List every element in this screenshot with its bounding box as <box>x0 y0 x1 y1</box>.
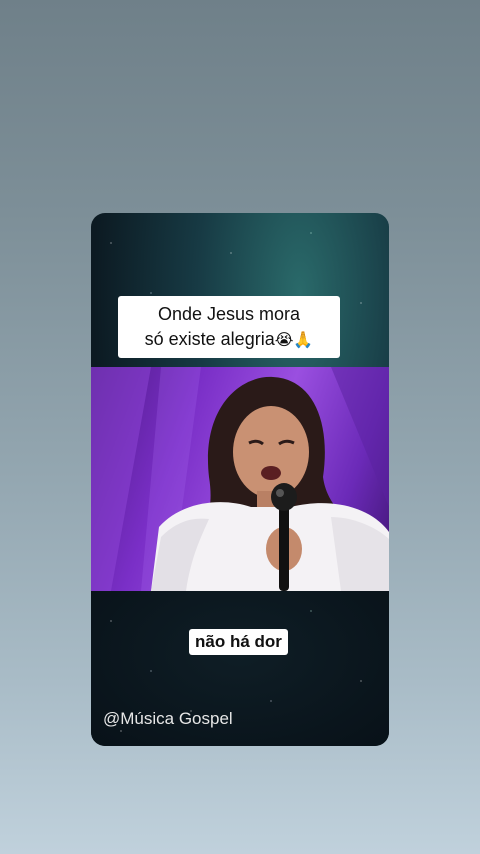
caption-top-line1: Onde Jesus mora <box>157 304 301 324</box>
caption-top-line2: só existe alegria😭🙏 <box>145 327 314 352</box>
singer-photo <box>91 367 389 591</box>
caption-top-line2-text: só existe alegria <box>144 329 275 349</box>
crying-praying-emoji: 😭🙏 <box>274 330 314 349</box>
watermark-handle: @Música Gospel <box>103 709 233 728</box>
caption-bottom: não há dor <box>189 629 288 655</box>
caption-top: Onde Jesus mora só existe alegria😭🙏 <box>118 296 340 358</box>
woman-singing-image <box>91 367 389 591</box>
story-card[interactable]: Onde Jesus mora só existe alegria😭🙏 não … <box>91 213 389 746</box>
